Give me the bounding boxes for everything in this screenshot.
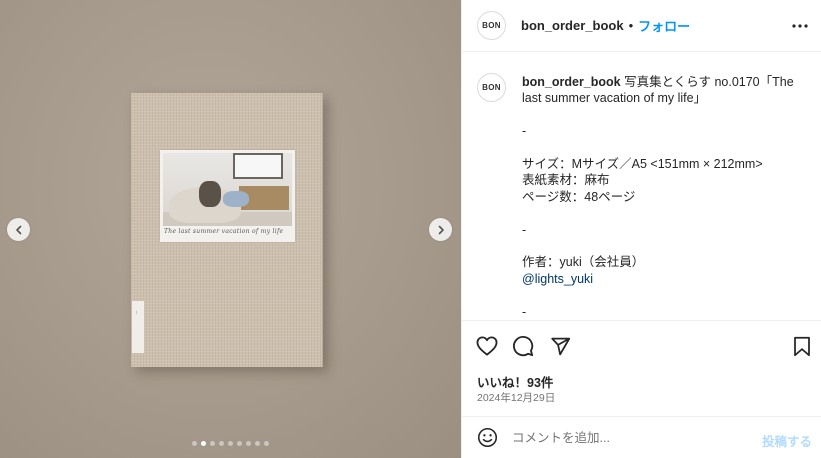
send-icon bbox=[550, 337, 570, 355]
carousel-dot[interactable] bbox=[219, 441, 224, 446]
author-username[interactable]: bon_order_book bbox=[521, 18, 624, 33]
spine-mark: | bbox=[136, 309, 138, 314]
carousel-dot[interactable] bbox=[192, 441, 197, 446]
more-options-button[interactable] bbox=[790, 16, 810, 36]
caption-body: 写真集とくらす no.0170「The last summer vacation… bbox=[522, 75, 794, 270]
caption-tail: - bbox=[522, 304, 527, 319]
author-avatar[interactable]: BON bbox=[477, 11, 506, 40]
emoji-button[interactable] bbox=[476, 427, 498, 449]
scene-window bbox=[233, 153, 283, 179]
caption-username[interactable]: bon_order_book bbox=[522, 75, 621, 89]
book-spine-label: | bbox=[132, 301, 144, 353]
post-side-panel: BON bon_order_book • フォロー BON bon_order_… bbox=[461, 0, 821, 458]
post-header: BON bon_order_book • フォロー bbox=[462, 0, 821, 52]
post-actions: いいね！93件 2024年12月29日 bbox=[462, 320, 821, 416]
cover-photo: The last summer vacation of my life bbox=[160, 150, 295, 242]
comment-icon bbox=[513, 335, 534, 357]
save-button[interactable] bbox=[790, 334, 814, 358]
cover-photo-scene bbox=[163, 153, 292, 226]
more-dots-icon bbox=[792, 24, 808, 28]
post-media: The last summer vacation of my life | bbox=[0, 0, 461, 458]
carousel-next-button[interactable] bbox=[429, 218, 452, 241]
carousel-prev-button[interactable] bbox=[7, 218, 30, 241]
cover-photo-caption: The last summer vacation of my life bbox=[164, 228, 284, 235]
carousel-dot[interactable] bbox=[264, 441, 269, 446]
follow-button[interactable]: フォロー bbox=[638, 16, 690, 35]
carousel-dot[interactable] bbox=[210, 441, 215, 446]
like-count[interactable]: いいね！93件 bbox=[477, 372, 553, 391]
like-button[interactable] bbox=[475, 334, 499, 358]
chevron-left-icon bbox=[15, 225, 21, 234]
carousel-dot[interactable] bbox=[255, 441, 260, 446]
heart-icon bbox=[476, 336, 498, 356]
carousel-dot[interactable] bbox=[228, 441, 233, 446]
post-comment-button[interactable]: 投稿する bbox=[762, 431, 812, 450]
header-separator: • bbox=[628, 18, 634, 33]
chevron-right-icon bbox=[438, 225, 444, 234]
caption-author-avatar[interactable]: BON bbox=[477, 73, 506, 102]
comment-bar: 投稿する bbox=[462, 416, 821, 458]
scene-person bbox=[199, 181, 221, 207]
carousel-dot[interactable] bbox=[246, 441, 251, 446]
bookmark-icon bbox=[794, 336, 810, 356]
caption-section: BON bon_order_book 写真集とくらす no.0170「The l… bbox=[462, 53, 821, 320]
smiley-icon bbox=[477, 427, 497, 448]
carousel-dot[interactable] bbox=[201, 441, 206, 446]
comment-input[interactable] bbox=[512, 430, 742, 445]
post-date[interactable]: 2024年12月29日 bbox=[477, 390, 555, 405]
carousel-indicator bbox=[0, 441, 461, 446]
comment-button[interactable] bbox=[511, 334, 535, 358]
caption-text: bon_order_book 写真集とくらす no.0170「The last … bbox=[522, 74, 812, 320]
scene-child bbox=[223, 191, 249, 207]
carousel-dot[interactable] bbox=[237, 441, 242, 446]
share-button[interactable] bbox=[548, 334, 572, 358]
caption-mention[interactable]: @lights_yuki bbox=[522, 272, 593, 286]
